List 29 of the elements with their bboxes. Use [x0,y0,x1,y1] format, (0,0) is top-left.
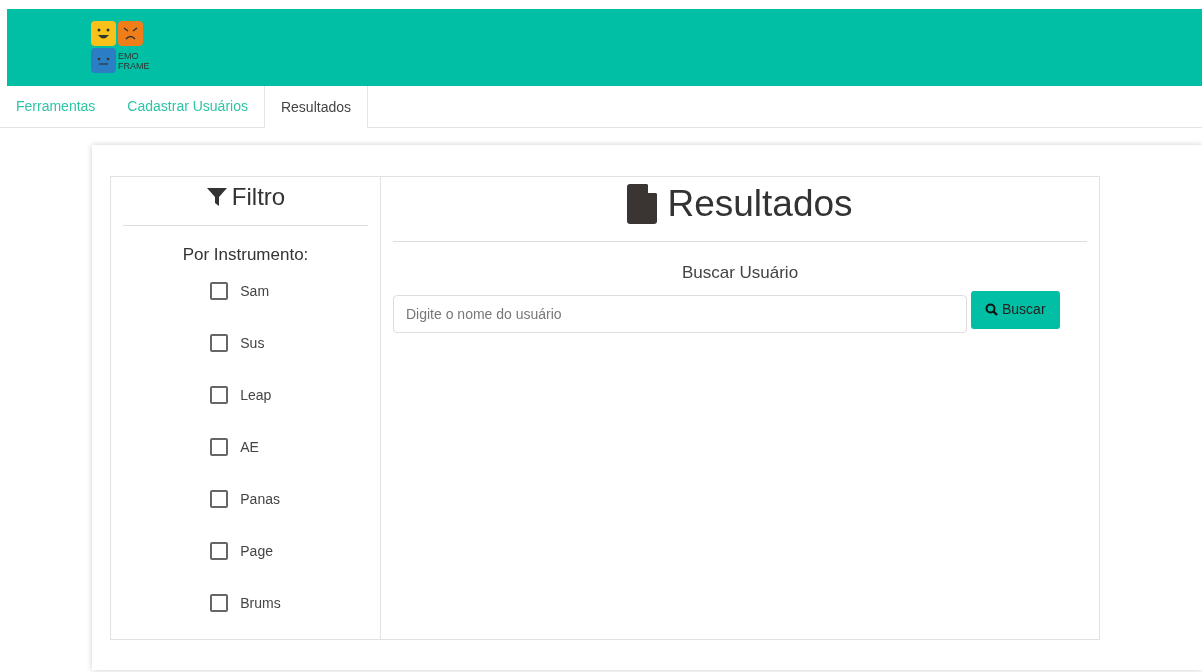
search-button[interactable]: Buscar [971,290,1060,329]
checkbox[interactable] [210,490,229,508]
checkbox-label: Brums [240,593,281,613]
logo-text: FRAME [118,60,150,71]
filter-subtitle: Por Instrumento: [182,244,309,266]
search-icon [985,303,998,316]
checkbox[interactable] [210,334,229,352]
results-title: Resultados [667,182,853,227]
checkbox[interactable] [210,386,229,404]
checkbox-label: Leap [240,385,272,405]
happy-face-icon [91,21,116,46]
search-field[interactable]: Digite o nome do usuário [393,294,967,333]
angry-face-icon [118,21,143,46]
neutral-face-icon [91,48,116,73]
filter-icon [205,186,228,208]
checkbox-label: Sam [240,281,270,301]
checkbox[interactable] [210,594,229,612]
checkbox-label: Panas [240,489,280,509]
document-icon [627,184,658,224]
checkbox-label: Page [240,541,273,561]
checkbox[interactable] [210,542,229,560]
logo-text: EMO [118,50,140,61]
nav-tab[interactable]: Resultados [263,86,368,128]
search-label: Buscar Usuário [681,262,799,284]
checkbox-label: AE [240,437,259,457]
checkbox[interactable] [210,438,229,456]
checkbox[interactable] [210,282,229,300]
checkbox-label: Sus [240,333,265,353]
filter-title: Filtro [231,182,286,212]
